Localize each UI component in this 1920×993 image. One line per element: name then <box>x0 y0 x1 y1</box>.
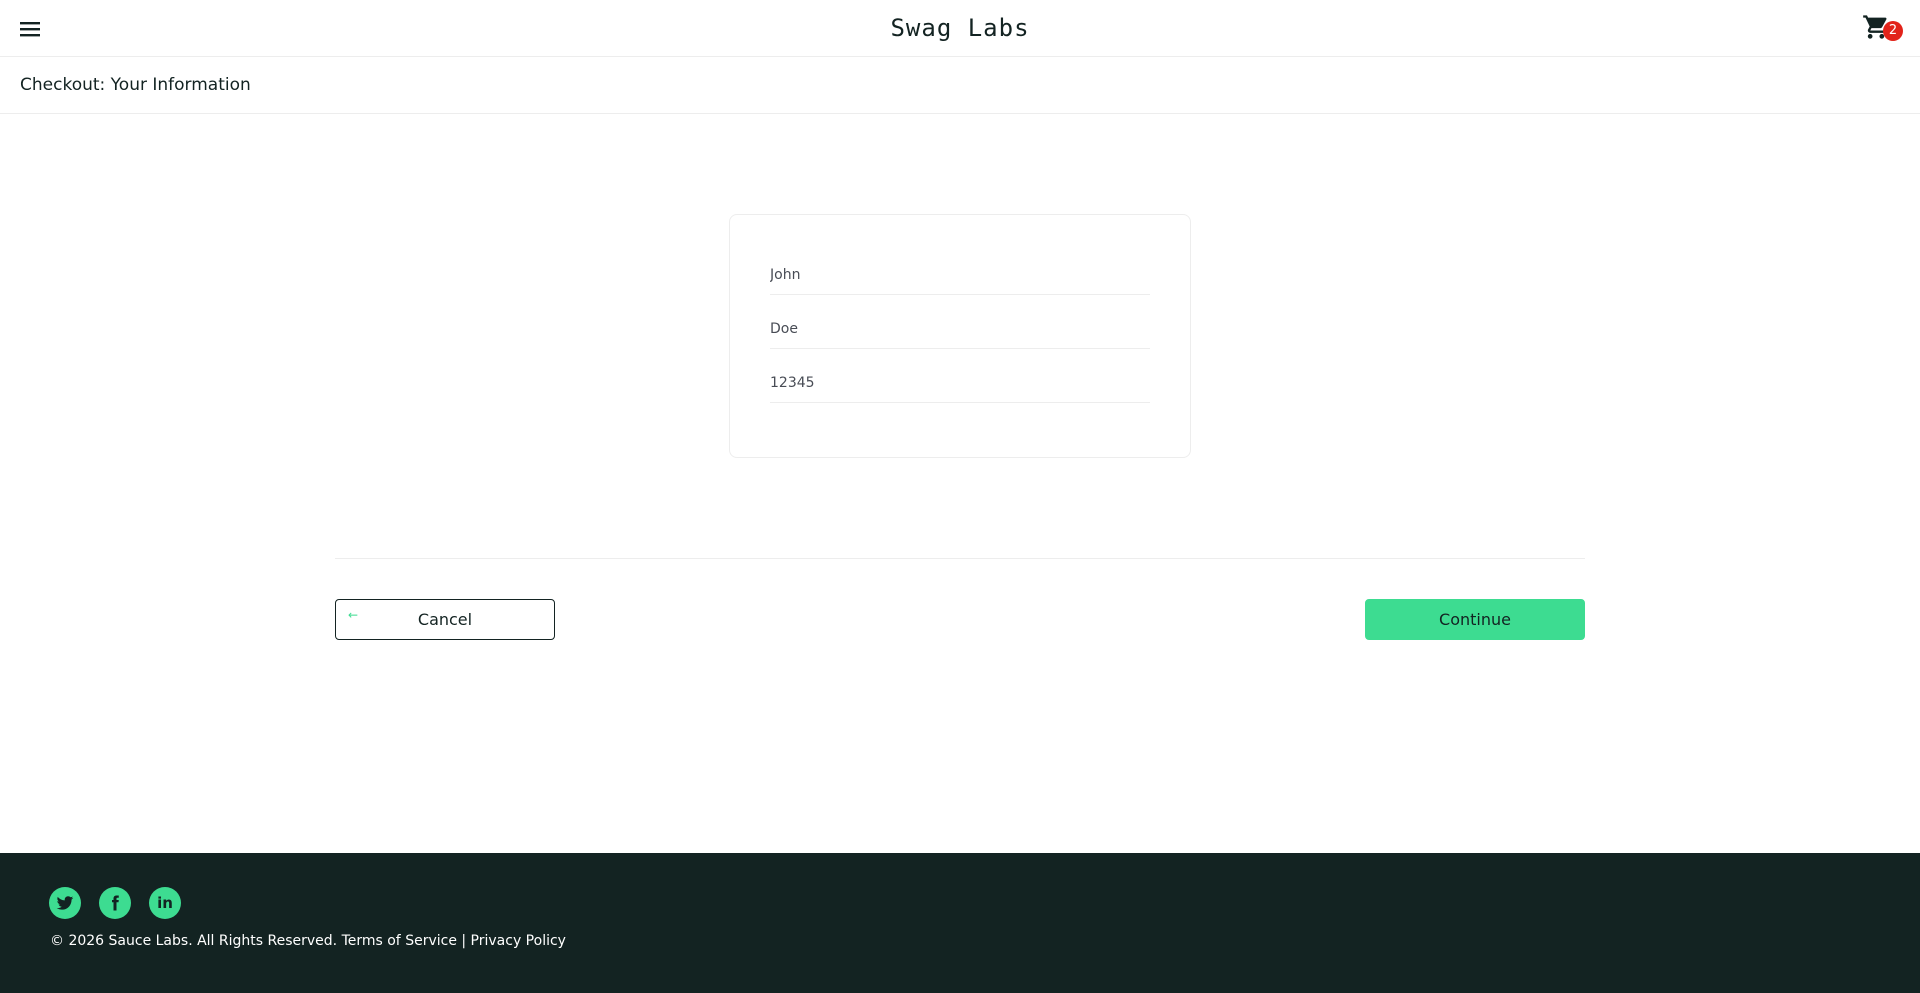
last-name-input[interactable] <box>770 309 1150 349</box>
cancel-label: Cancel <box>417 610 473 629</box>
continue-button[interactable]: Continue <box>1365 599 1585 640</box>
twitter-icon <box>56 896 74 910</box>
page-title: Checkout: Your Information <box>20 75 251 95</box>
secondary-header: Checkout: Your Information <box>0 57 1920 114</box>
app-logo: Swag Labs <box>890 14 1030 42</box>
footer-copyright: © 2026 Sauce Labs. All Rights Reserved. … <box>50 933 566 949</box>
facebook-link[interactable] <box>99 887 131 919</box>
linkedin-link[interactable]: in <box>149 887 181 919</box>
facebook-icon <box>112 895 119 911</box>
linkedin-icon: in <box>157 894 173 912</box>
checkout-divider <box>335 558 1585 559</box>
checkout-info-form <box>729 214 1191 458</box>
menu-button[interactable] <box>19 18 41 40</box>
first-name-input[interactable] <box>770 255 1150 295</box>
shopping-cart-link[interactable]: 2 <box>1862 12 1903 44</box>
app-header: Swag Labs 2 <box>0 0 1920 57</box>
continue-label: Continue <box>1439 610 1511 629</box>
cancel-button[interactable]: ← Cancel <box>335 599 555 640</box>
twitter-link[interactable] <box>49 887 81 919</box>
hamburger-icon <box>20 22 40 37</box>
footer: in © 2026 Sauce Labs. All Rights Reserve… <box>0 853 1920 993</box>
postal-code-input[interactable] <box>770 363 1150 403</box>
cart-badge: 2 <box>1883 21 1903 41</box>
arrow-left-icon: ← <box>348 608 359 622</box>
